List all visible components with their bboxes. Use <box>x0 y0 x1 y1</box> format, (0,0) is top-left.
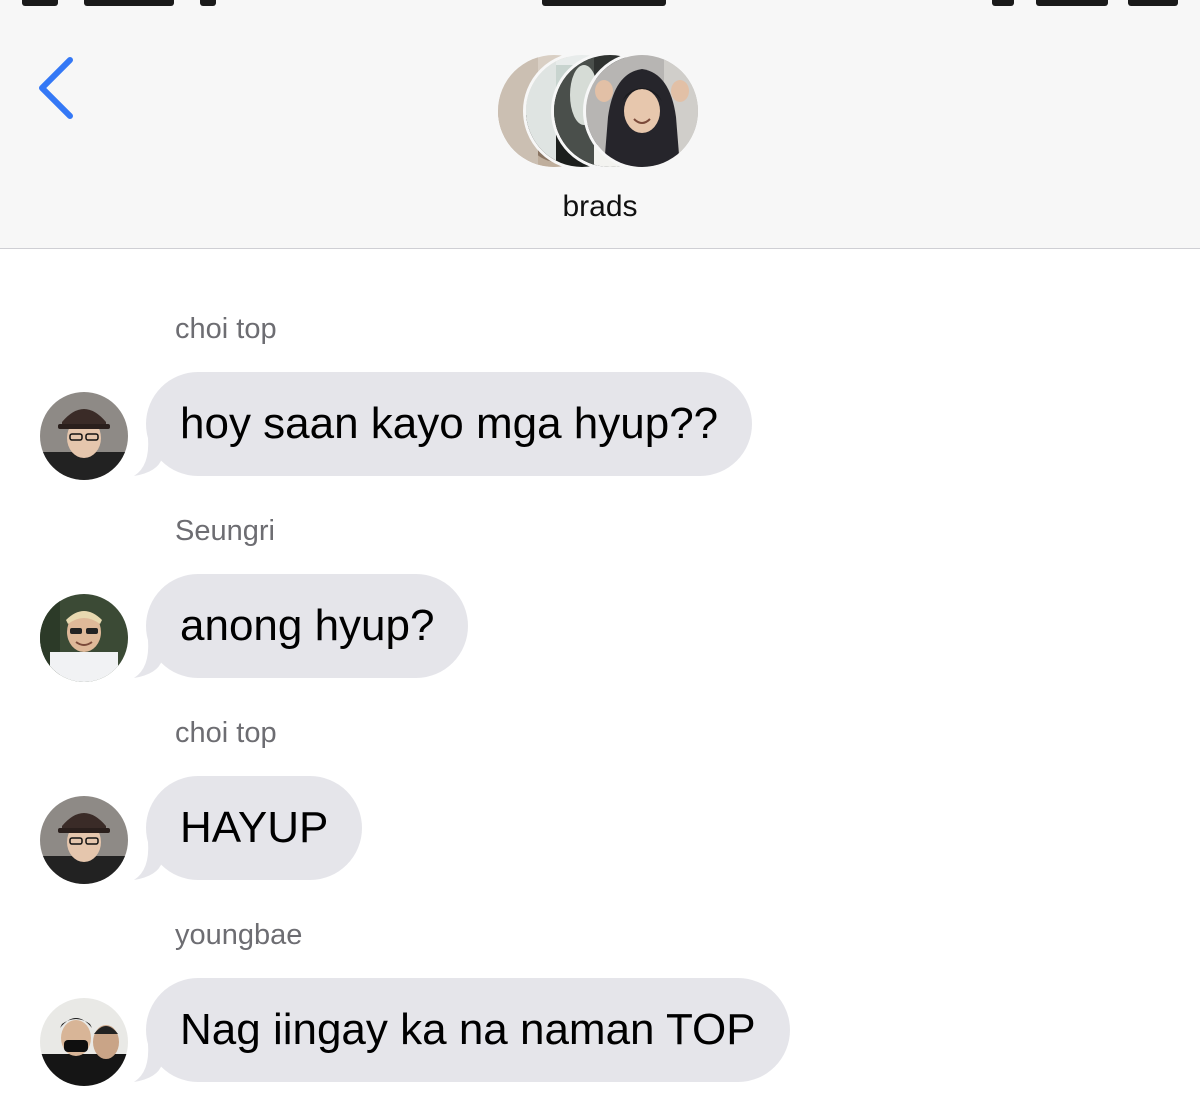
conversation-header: brads <box>0 0 1200 249</box>
signal-icon <box>22 0 58 6</box>
sender-avatar[interactable] <box>40 998 128 1086</box>
battery-percent-indicator <box>1036 0 1108 6</box>
sender-name: choi top <box>175 313 277 345</box>
message-bubble[interactable]: anong hyup? <box>146 574 469 678</box>
avatar-photo <box>40 392 128 480</box>
wifi-icon <box>200 0 216 6</box>
sender-name: Seungri <box>175 515 275 547</box>
avatar-photo <box>40 594 128 682</box>
message-thread: choi top hoy saan kayo mga hyup?? Seungr… <box>0 249 1200 1109</box>
rotation-lock-icon <box>992 0 1014 6</box>
sender-name: choi top <box>175 717 277 749</box>
group-avatar <box>583 52 701 170</box>
message-bubble[interactable]: hoy saan kayo mga hyup?? <box>146 372 753 476</box>
sender-avatar[interactable] <box>40 796 128 884</box>
conversation-title[interactable]: brads <box>500 190 700 224</box>
avatar-photo <box>586 55 698 167</box>
avatar-photo <box>40 796 128 884</box>
status-bar <box>0 0 1200 8</box>
chevron-left-icon <box>39 57 73 119</box>
back-button[interactable] <box>26 50 90 126</box>
group-avatar-stack[interactable] <box>495 52 707 176</box>
message-bubble[interactable]: Nag iingay ka na naman TOP <box>146 978 790 1082</box>
battery-icon <box>1128 0 1178 6</box>
clock-indicator <box>542 0 666 6</box>
sender-avatar[interactable] <box>40 392 128 480</box>
message-bubble[interactable]: HAYUP <box>146 776 363 880</box>
sender-avatar[interactable] <box>40 594 128 682</box>
sender-name: youngbae <box>175 919 303 951</box>
avatar-photo <box>40 998 128 1086</box>
carrier-indicator <box>84 0 174 6</box>
